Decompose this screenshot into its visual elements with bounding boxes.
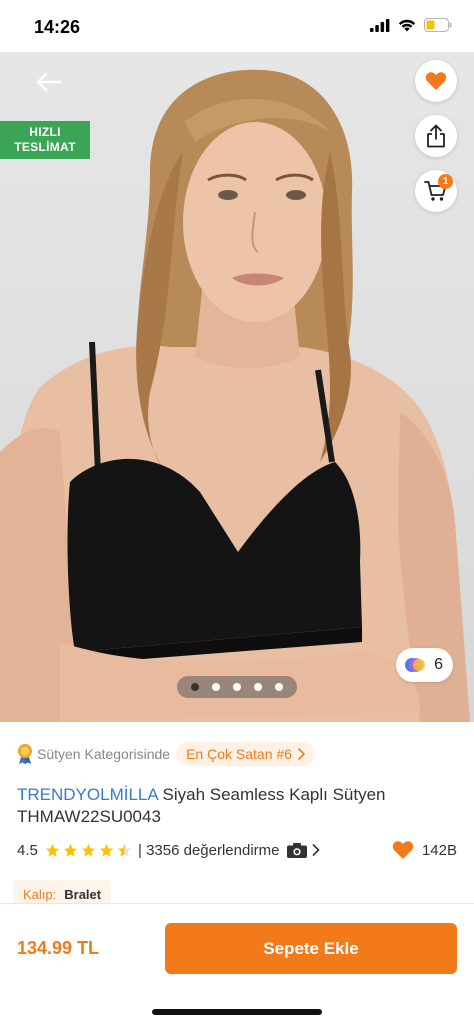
pagination-dot[interactable] [191,683,199,691]
star-icon [99,843,114,857]
favorite-count: 142B [392,840,457,860]
wifi-icon [398,19,416,31]
fit-value: Bralet [64,886,102,902]
star-icon [45,843,60,857]
medal-icon [18,744,32,764]
price: 134.99 TL [17,938,100,958]
star-icon [81,843,96,857]
chevron-right-icon [312,844,320,856]
fast-delivery-line2: TESLİMAT [14,140,76,154]
fast-delivery-badge: HIZLI TESLİMAT [0,121,90,159]
share-icon [427,124,445,148]
status-time: 14:26 [34,17,81,37]
star-half-icon [117,843,132,857]
color-swatch-icon [405,658,426,672]
fit-label: Kalıp: [23,886,57,902]
review-count: | 3356 değerlendirme [138,841,280,859]
cart-count-badge: 1 [438,174,453,189]
cart-button[interactable]: 1 [415,170,457,212]
signal-icon [370,18,390,32]
back-button[interactable] [28,64,68,100]
chevron-right-icon [298,748,305,760]
star-icon [63,843,78,857]
fast-delivery-line1: HIZLI [29,125,61,139]
rating-value: 4.5 [17,841,38,859]
back-arrow-icon [36,72,61,92]
camera-icon [286,842,307,858]
product-image-gallery[interactable]: HIZLI TESLİMAT 1 6 [0,52,474,722]
best-seller-label: En Çok Satan #6 [186,746,292,762]
pagination-dot[interactable] [212,683,220,691]
bottom-action-bar: 134.99 TL Sepete Ekle [0,903,474,1024]
color-options-button[interactable]: 6 [396,648,453,682]
favorite-count-text: 142B [421,841,457,859]
add-to-cart-button[interactable]: Sepete Ekle [165,923,457,974]
category-text: Sütyen Kategorisinde [37,746,171,762]
heart-icon [425,72,447,90]
status-bar: 14:26 [0,0,474,52]
rating-stars [45,843,132,858]
pagination-dot[interactable] [233,683,241,691]
share-button[interactable] [415,115,457,157]
product-title: TRENDYOLMİLLA Siyah Seamless Kaplı Sütye… [17,784,457,828]
best-seller-badge[interactable]: En Çok Satan #6 [176,742,315,766]
brand-link[interactable]: TRENDYOLMİLLA [17,785,158,804]
pagination-dot[interactable] [275,683,283,691]
image-pagination[interactable] [177,676,297,698]
battery-icon [424,18,452,32]
heart-icon [392,841,414,859]
rating-row[interactable]: 4.5 | 3356 değerlendirme 142B [17,840,457,860]
favorite-button[interactable] [415,60,457,102]
category-row: Sütyen Kategorisinde En Çok Satan #6 [17,742,315,766]
color-count: 6 [434,656,443,673]
home-indicator [152,1009,322,1015]
status-icons [370,18,452,32]
pagination-dot[interactable] [254,683,262,691]
